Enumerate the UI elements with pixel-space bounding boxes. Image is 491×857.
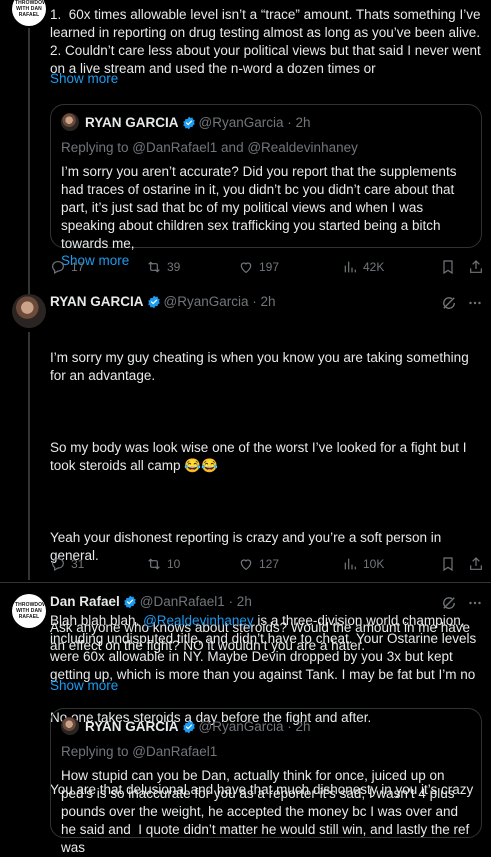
avatar-logo-text: THROWDOWN WITH DAN RAFAEL — [15, 602, 46, 620]
author-name: RYAN GARCIA — [85, 719, 179, 734]
reply-icon — [52, 558, 64, 572]
author-handle: @RyanGarcia — [198, 719, 284, 734]
timestamp: · 2h — [287, 719, 311, 734]
avatar[interactable] — [12, 294, 46, 328]
reply-count: 17 — [71, 260, 85, 274]
reply-icon — [52, 261, 64, 275]
replying-users[interactable]: @DanRafael1 and @Realdevinhaney — [132, 140, 358, 155]
quoted-tweet[interactable]: RYAN GARCIA @RyanGarcia · 2h Replying to … — [50, 104, 482, 268]
author-name[interactable]: Dan Rafael — [50, 594, 120, 609]
author-handle: @RyanGarcia — [198, 115, 284, 130]
avatar[interactable]: THROWDOWN WITH DAN RAFAEL — [12, 594, 46, 628]
repost-button[interactable]: 10 — [146, 556, 180, 572]
like-count: 127 — [259, 557, 280, 571]
replying-users[interactable]: @DanRafael1 — [132, 744, 217, 759]
thread-line — [28, 332, 30, 580]
timestamp[interactable]: · 2h — [252, 294, 275, 309]
replying-to: Replying to @DanRafael1 and @Realdevinha… — [61, 139, 471, 157]
repost-icon — [148, 261, 160, 273]
tweet-text-line: 1. 60x times allowable level isn’t a “tr… — [50, 7, 485, 40]
avatar-logo-text: THROWDOWN WITH DAN RAFAEL — [15, 0, 46, 18]
quoted-tweet[interactable]: RYAN GARCIA @RyanGarcia · 2h Replying to … — [50, 708, 482, 855]
heart-icon — [240, 559, 252, 571]
avatar[interactable]: THROWDOWN WITH DAN RAFAEL — [12, 0, 46, 26]
tweet-header: RYAN GARCIA @RyanGarcia · 2h — [50, 293, 276, 314]
reply-button[interactable]: 17 — [50, 259, 84, 275]
replying-to: Replying to @DanRafael1 — [61, 743, 471, 761]
timestamp: · 2h — [287, 115, 311, 130]
author-name: RYAN GARCIA — [85, 115, 179, 130]
action-bar: 17 39 197 42K — [50, 259, 482, 277]
repost-count: 39 — [167, 260, 181, 274]
like-button[interactable]: 197 — [238, 259, 279, 275]
heart-icon — [240, 262, 252, 274]
quoted-tweet-text: How stupid can you be Dan, actually thin… — [61, 768, 473, 855]
bookmark-icon — [443, 557, 453, 572]
repost-icon — [148, 558, 160, 570]
share-icon — [470, 557, 482, 570]
grok-icon[interactable] — [440, 294, 458, 312]
tweet-header: Dan Rafael @DanRafael1 · 2h — [50, 593, 252, 614]
bookmark-button[interactable] — [440, 556, 456, 572]
views-button[interactable]: 10K — [342, 556, 384, 572]
repost-count: 10 — [167, 557, 181, 571]
verified-badge-icon — [182, 720, 196, 739]
more-options-icon[interactable] — [466, 594, 484, 612]
bookmark-button[interactable] — [440, 259, 456, 275]
share-icon — [470, 260, 482, 273]
views-icon — [344, 558, 356, 570]
repost-button[interactable]: 39 — [146, 259, 180, 275]
views-count: 10K — [363, 557, 385, 571]
tweet-text: Blah blah blah. @Realdevinhaney is a thr… — [50, 612, 482, 684]
like-count: 197 — [259, 260, 280, 274]
tweet-text: 1. 60x times allowable level isn’t a “tr… — [50, 6, 482, 78]
share-button[interactable] — [468, 259, 484, 275]
replying-prefix: Replying to — [61, 744, 133, 759]
replying-prefix: Replying to — [61, 140, 133, 155]
divider — [0, 582, 491, 583]
mention-link[interactable]: @Realdevinhaney — [143, 613, 254, 628]
views-count: 42K — [363, 260, 385, 274]
author-handle[interactable]: @RyanGarcia — [164, 294, 249, 309]
verified-badge-icon — [182, 116, 196, 135]
views-button[interactable]: 42K — [342, 259, 384, 275]
action-bar: 31 10 127 10K — [50, 556, 482, 574]
show-more-link[interactable]: Show more — [50, 678, 118, 693]
author-handle[interactable]: @DanRafael1 — [140, 594, 225, 609]
share-button[interactable] — [468, 556, 484, 572]
tweet-paragraph: I’m sorry my guy cheating is when you kn… — [50, 350, 473, 383]
tweet-text-start: Blah blah blah. — [50, 613, 144, 628]
avatar — [61, 717, 79, 735]
like-button[interactable]: 127 — [238, 556, 279, 572]
tweet-paragraph: So my body was look wise one of the wors… — [50, 440, 471, 473]
avatar — [61, 113, 79, 131]
thread-line — [28, 28, 30, 290]
reply-button[interactable]: 31 — [50, 556, 84, 572]
quoted-tweet-text: I’m sorry you aren’t accurate? Did you r… — [61, 164, 461, 251]
author-name[interactable]: RYAN GARCIA — [50, 294, 144, 309]
views-icon — [344, 261, 356, 273]
more-options-icon[interactable] — [466, 294, 484, 312]
verified-badge-icon — [147, 295, 161, 314]
show-more-link[interactable]: Show more — [50, 71, 118, 86]
timestamp[interactable]: · 2h — [229, 594, 252, 609]
reply-count: 31 — [71, 557, 85, 571]
grok-icon[interactable] — [440, 594, 458, 612]
bookmark-icon — [443, 260, 453, 275]
